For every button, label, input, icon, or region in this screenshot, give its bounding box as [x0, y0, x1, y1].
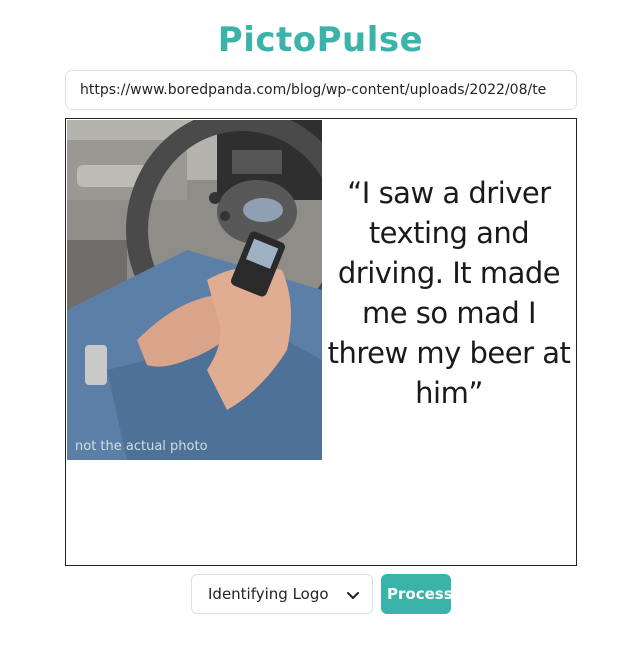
action-bar: Identifying Logo Process	[0, 574, 641, 616]
photo-watermark: not the actual photo	[75, 439, 208, 454]
chevron-down-icon	[347, 592, 359, 599]
app-title: PictoPulse	[217, 20, 424, 60]
image-quote-text: “I saw a driver texting and driving. It …	[327, 176, 571, 410]
mode-select-value: Identifying Logo	[208, 585, 329, 603]
mode-select[interactable]: Identifying Logo	[191, 574, 373, 614]
process-button[interactable]: Process	[381, 574, 453, 614]
image-preview: not the actual photo “I saw a driver tex…	[65, 118, 577, 566]
car-interior-illustration	[67, 120, 322, 460]
image-url-input[interactable]	[65, 70, 577, 110]
driver-photo: not the actual photo	[67, 120, 322, 460]
